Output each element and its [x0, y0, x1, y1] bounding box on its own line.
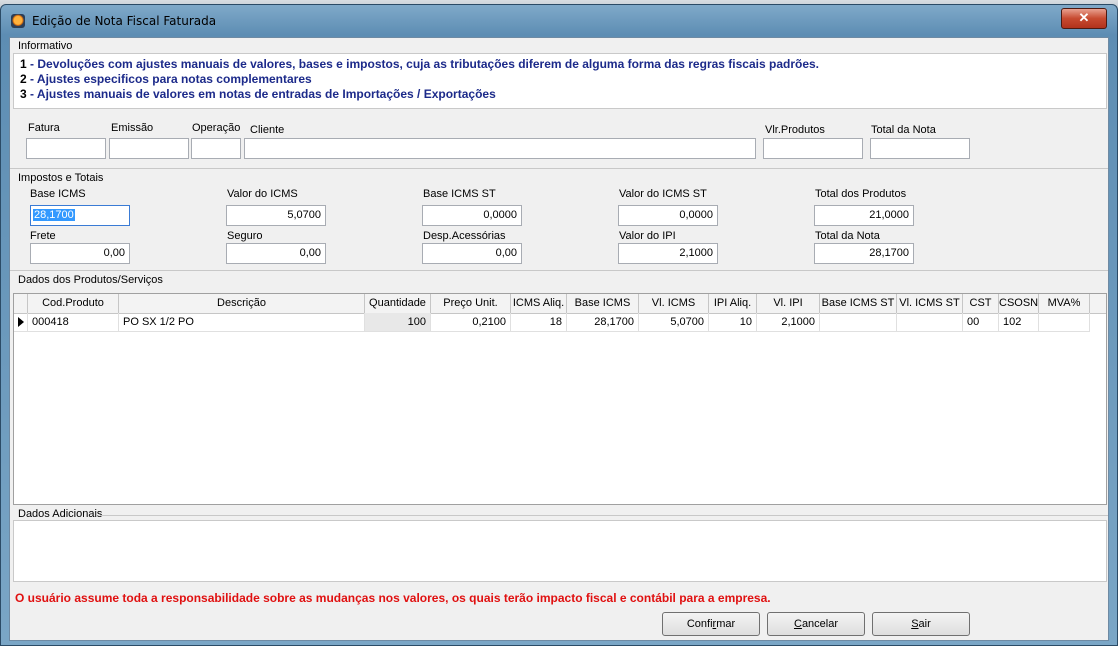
cell-quantidade[interactable]: 100	[365, 313, 431, 332]
vlr-produtos-label: Vlr.Produtos	[765, 124, 825, 136]
cell-preco-unit[interactable]: 0,2100	[431, 313, 511, 332]
cell-icms-aliq[interactable]: 18	[511, 313, 567, 332]
col-ipi-aliq[interactable]: IPI Aliq.	[709, 294, 757, 313]
cell-cod-produto[interactable]: 000418	[28, 313, 119, 332]
info-line-2: 2 - Ajustes especificos para notas compl…	[20, 72, 312, 86]
info-line-3: 3 - Ajustes manuais de valores em notas …	[20, 87, 496, 101]
vlr-produtos-field[interactable]	[763, 138, 863, 159]
valor-icms-st-field[interactable]: 0,0000	[618, 205, 718, 226]
info-line-1: 1 - Devoluções com ajustes manuais de va…	[20, 57, 819, 71]
dados-adicionais-textarea[interactable]	[13, 520, 1107, 582]
col-preco-unit[interactable]: Preço Unit.	[431, 294, 511, 313]
col-base-icms[interactable]: Base ICMS	[567, 294, 639, 313]
informativo-group-label: Informativo	[18, 40, 75, 52]
warning-message: O usuário assume toda a responsabilidade…	[15, 591, 771, 605]
operacao-field[interactable]	[191, 138, 241, 159]
table-row[interactable]: 000418 PO SX 1/2 PO 100 0,2100 18 28,170…	[14, 313, 1106, 332]
valor-icms-field[interactable]: 5,0700	[226, 205, 326, 226]
confirmar-button[interactable]: Confirmar	[662, 612, 760, 636]
cliente-label: Cliente	[250, 124, 285, 136]
col-vl-ipi[interactable]: Vl. IPI	[757, 294, 820, 313]
valor-ipi-field[interactable]: 2,1000	[618, 243, 718, 264]
sair-button[interactable]: Sair	[872, 612, 970, 636]
cliente-field[interactable]	[244, 138, 756, 159]
base-icms-label: Base ICMS	[30, 188, 86, 200]
adicionais-group-label: Dados Adicionais	[18, 508, 105, 520]
desp-acessorias-field[interactable]: 0,00	[422, 243, 522, 264]
valor-ipi-label: Valor do IPI	[619, 230, 676, 242]
cell-descricao[interactable]: PO SX 1/2 PO	[119, 313, 365, 332]
dialog-window: Edição de Nota Fiscal Faturada ✕ Informa…	[0, 4, 1118, 646]
seguro-label: Seguro	[227, 230, 263, 242]
total-nota-field[interactable]: 28,1700	[814, 243, 914, 264]
separator	[10, 270, 1108, 271]
col-mva[interactable]: MVA%	[1039, 294, 1090, 313]
grid-header: Cod.Produto Descrição Quantidade Preço U…	[14, 294, 1106, 314]
row-indicator	[14, 313, 28, 332]
col-base-icms-st[interactable]: Base ICMS ST	[820, 294, 897, 313]
total-produtos-field[interactable]: 21,0000	[814, 205, 914, 226]
col-quantidade[interactable]: Quantidade	[365, 294, 431, 313]
desp-acessorias-label: Desp.Acessórias	[423, 230, 506, 242]
produtos-group-label: Dados dos Produtos/Serviços	[18, 274, 165, 286]
total-nota-header-label: Total da Nota	[871, 124, 936, 136]
total-nota-label: Total da Nota	[815, 230, 880, 242]
valor-icms-st-label: Valor do ICMS ST	[619, 188, 707, 200]
separator	[10, 168, 1108, 169]
cell-csosn[interactable]: 102	[999, 313, 1039, 332]
col-vl-icms-st[interactable]: Vl. ICMS ST	[897, 294, 963, 313]
col-cst[interactable]: CST	[963, 294, 999, 313]
fatura-label: Fatura	[28, 122, 60, 134]
total-nota-header-field[interactable]	[870, 138, 970, 159]
frete-field[interactable]: 0,00	[30, 243, 130, 264]
total-produtos-label: Total dos Produtos	[815, 188, 907, 200]
base-icms-st-label: Base ICMS ST	[423, 188, 496, 200]
base-icms-st-field[interactable]: 0,0000	[422, 205, 522, 226]
valor-icms-label: Valor do ICMS	[227, 188, 298, 200]
grid-indicator-header	[14, 294, 28, 313]
seguro-field[interactable]: 0,00	[226, 243, 326, 264]
close-button[interactable]: ✕	[1061, 8, 1107, 29]
cell-cst[interactable]: 00	[963, 313, 999, 332]
emissao-field[interactable]	[109, 138, 189, 159]
base-icms-field[interactable]: 28,1700	[30, 205, 130, 226]
impostos-group-label: Impostos e Totais	[18, 172, 106, 184]
emissao-label: Emissão	[111, 122, 154, 134]
cancelar-button[interactable]: Cancelar	[767, 612, 865, 636]
cell-vl-icms[interactable]: 5,0700	[639, 313, 709, 332]
dialog-client-area: Informativo 1 - Devoluções com ajustes m…	[9, 37, 1109, 641]
cell-vl-ipi[interactable]: 2,1000	[757, 313, 820, 332]
fatura-field[interactable]	[26, 138, 106, 159]
cell-base-icms[interactable]: 28,1700	[567, 313, 639, 332]
app-icon	[11, 14, 25, 28]
row-pointer-icon	[18, 317, 24, 327]
col-descricao[interactable]: Descrição	[119, 294, 365, 313]
col-vl-icms[interactable]: Vl. ICMS	[639, 294, 709, 313]
col-cod-produto[interactable]: Cod.Produto	[28, 294, 119, 313]
produtos-grid[interactable]: Cod.Produto Descrição Quantidade Preço U…	[13, 293, 1107, 505]
title-bar[interactable]: Edição de Nota Fiscal Faturada ✕	[1, 5, 1117, 35]
informativo-box: 1 - Devoluções com ajustes manuais de va…	[13, 53, 1107, 109]
cell-ipi-aliq[interactable]: 10	[709, 313, 757, 332]
col-csosn[interactable]: CSOSN	[999, 294, 1039, 313]
separator	[100, 515, 1108, 516]
window-title: Edição de Nota Fiscal Faturada	[32, 14, 217, 28]
frete-label: Frete	[30, 230, 56, 242]
cell-vl-icms-st[interactable]	[897, 313, 963, 332]
col-icms-aliq[interactable]: ICMS Aliq.	[511, 294, 567, 313]
operacao-label: Operação	[192, 122, 241, 134]
cell-base-icms-st[interactable]	[820, 313, 897, 332]
cell-mva[interactable]	[1039, 313, 1090, 332]
